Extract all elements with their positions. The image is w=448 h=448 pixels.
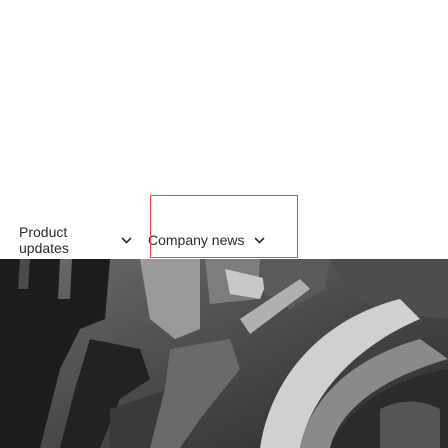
tab-company-news[interactable]: Company news (132, 218, 300, 262)
tab-product-updates[interactable]: Product updates (0, 218, 132, 262)
nav-tab-bar: Product updates Company news (0, 218, 448, 262)
hero-image (0, 259, 448, 448)
tab-product-updates-label: Product updates (19, 224, 69, 256)
tab-company-news-label: Company news (148, 232, 245, 248)
chevron-down-icon (121, 236, 132, 244)
chevron-down-icon (253, 236, 265, 244)
tab-divider (150, 232, 151, 248)
